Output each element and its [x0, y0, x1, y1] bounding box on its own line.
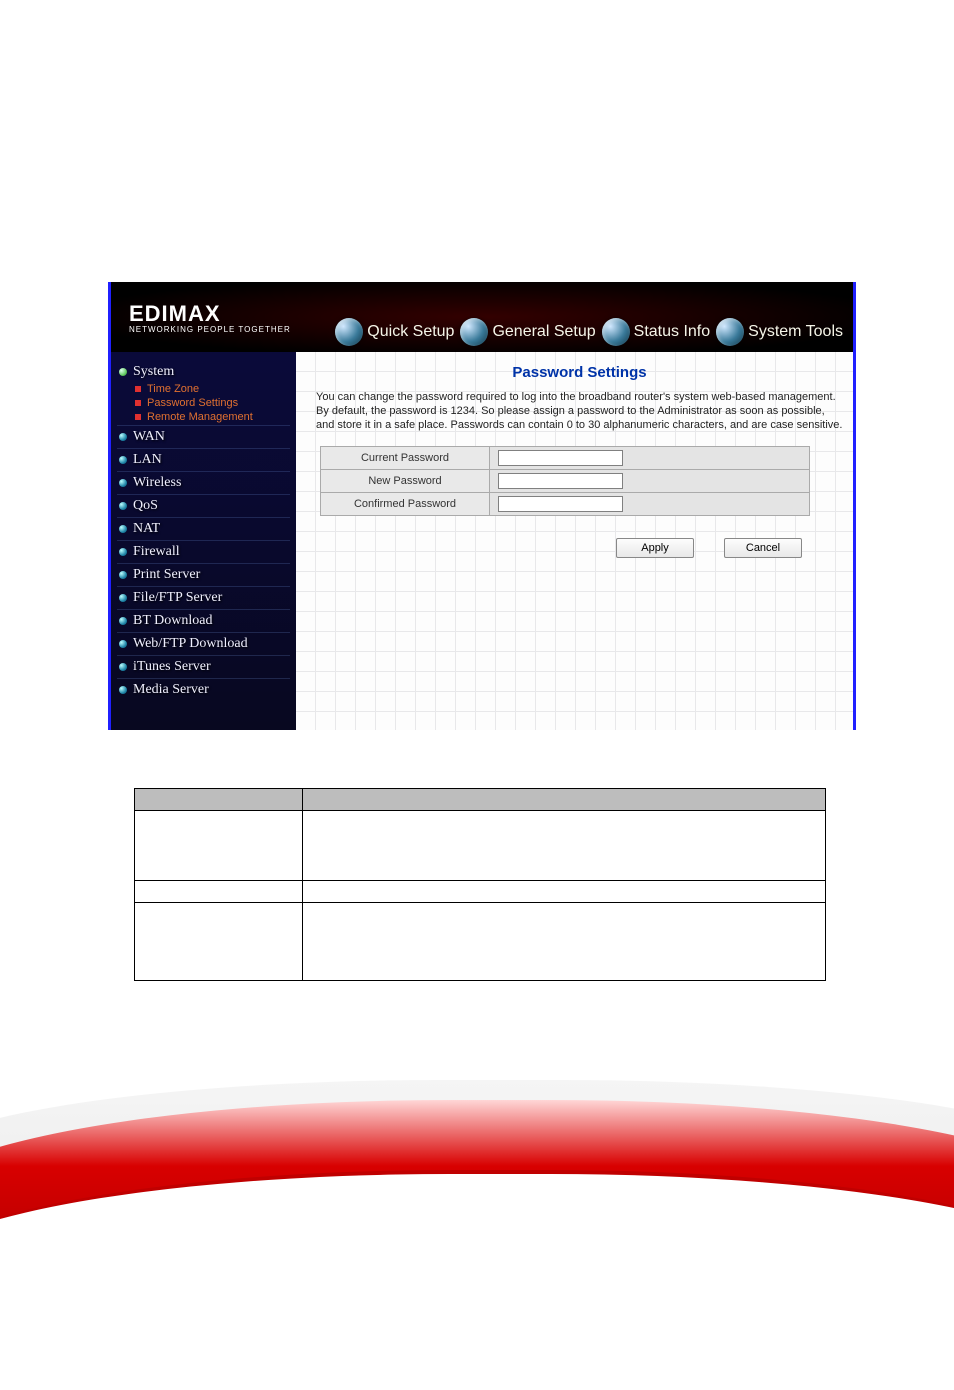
table-row: [135, 903, 826, 981]
square-icon: [135, 400, 141, 406]
router-admin-screenshot: EDIMAX NETWORKING PEOPLE TOGETHER Quick …: [108, 282, 856, 730]
sidebar-item-label: File/FTP Server: [133, 590, 222, 606]
bullet-icon: [119, 686, 127, 694]
sidebar-item-label: Media Server: [133, 682, 209, 698]
tab-label: Status Info: [634, 323, 711, 341]
globe-icon: [716, 318, 744, 346]
tab-quick-setup[interactable]: Quick Setup: [335, 318, 454, 346]
sidebar-item-qos[interactable]: QoS: [117, 496, 290, 516]
sidebar-item-label: WAN: [133, 429, 165, 445]
sidebar-sub-label: Remote Management: [147, 411, 253, 423]
table-header-right: [303, 789, 826, 811]
tab-label: Quick Setup: [367, 323, 454, 341]
sidebar-item-firewall[interactable]: Firewall: [117, 542, 290, 562]
new-password-input[interactable]: [498, 473, 623, 489]
tab-general-setup[interactable]: General Setup: [460, 318, 595, 346]
parameter-description-table: [134, 788, 826, 981]
table-row: [135, 881, 826, 903]
sidebar-item-label: iTunes Server: [133, 659, 211, 675]
table-cell-desc: [303, 903, 826, 981]
sidebar-item-label: NAT: [133, 521, 160, 537]
label-new-password: New Password: [321, 470, 490, 493]
table-cell-param: [135, 903, 303, 981]
password-form: Current Password New Password Confirmed …: [320, 446, 810, 516]
sidebar-item-file-ftp-server[interactable]: File/FTP Server: [117, 588, 290, 608]
button-row: Apply Cancel: [320, 538, 810, 558]
bullet-icon: [119, 640, 127, 648]
sidebar-item-label: Web/FTP Download: [133, 636, 248, 652]
tab-label: General Setup: [492, 323, 595, 341]
square-icon: [135, 386, 141, 392]
globe-icon: [460, 318, 488, 346]
brand-name: EDIMAX: [129, 301, 291, 327]
sidebar-item-label: System: [133, 364, 174, 380]
content-panel: Password Settings You can change the pas…: [296, 352, 853, 730]
bullet-icon: [119, 368, 127, 376]
globe-icon: [602, 318, 630, 346]
sidebar-item-web-ftp-download[interactable]: Web/FTP Download: [117, 634, 290, 654]
apply-button[interactable]: Apply: [616, 538, 694, 558]
sidebar-item-wan[interactable]: WAN: [117, 427, 290, 447]
bullet-icon: [119, 663, 127, 671]
tab-system-tools[interactable]: System Tools: [716, 318, 843, 346]
bullet-icon: [119, 479, 127, 487]
sidebar-item-media-server[interactable]: Media Server: [117, 680, 290, 700]
sidebar-item-label: LAN: [133, 452, 162, 468]
bullet-icon: [119, 456, 127, 464]
sidebar-item-lan[interactable]: LAN: [117, 450, 290, 470]
label-confirmed-password: Confirmed Password: [321, 493, 490, 516]
cancel-button[interactable]: Cancel: [724, 538, 802, 558]
bullet-icon: [119, 433, 127, 441]
sidebar-sub-password-settings[interactable]: Password Settings: [117, 396, 290, 410]
sidebar-item-label: Wireless: [133, 475, 181, 491]
sidebar-item-print-server[interactable]: Print Server: [117, 565, 290, 585]
topbar: EDIMAX NETWORKING PEOPLE TOGETHER Quick …: [111, 282, 853, 352]
sidebar-item-bt-download[interactable]: BT Download: [117, 611, 290, 631]
sidebar-sub-label: Time Zone: [147, 383, 199, 395]
sidebar-item-label: Print Server: [133, 567, 200, 583]
table-cell-param: [135, 811, 303, 881]
table-row: [135, 811, 826, 881]
sidebar-item-label: QoS: [133, 498, 158, 514]
sidebar: System Time Zone Password Settings Remot…: [111, 352, 296, 730]
bullet-icon: [119, 502, 127, 510]
square-icon: [135, 414, 141, 420]
bullet-icon: [119, 594, 127, 602]
brand: EDIMAX NETWORKING PEOPLE TOGETHER: [129, 301, 291, 334]
globe-icon: [335, 318, 363, 346]
tab-label: System Tools: [748, 323, 843, 341]
sidebar-item-wireless[interactable]: Wireless: [117, 473, 290, 493]
top-tabs: Quick Setup General Setup Status Info Sy…: [335, 318, 843, 346]
bullet-icon: [119, 617, 127, 625]
tab-status-info[interactable]: Status Info: [602, 318, 711, 346]
footer-swoosh-white: [0, 1170, 954, 1390]
brand-tagline: NETWORKING PEOPLE TOGETHER: [129, 325, 291, 334]
table-cell-desc: [303, 881, 826, 903]
sidebar-item-label: Firewall: [133, 544, 180, 560]
sidebar-sub-remote-management[interactable]: Remote Management: [117, 410, 290, 424]
sidebar-item-system[interactable]: System: [117, 362, 290, 382]
table-cell-desc: [303, 811, 826, 881]
table-header-left: [135, 789, 303, 811]
label-current-password: Current Password: [321, 447, 490, 470]
page-title: Password Settings: [316, 364, 843, 381]
confirmed-password-input[interactable]: [498, 496, 623, 512]
sidebar-item-nat[interactable]: NAT: [117, 519, 290, 539]
bullet-icon: [119, 571, 127, 579]
bullet-icon: [119, 525, 127, 533]
bullet-icon: [119, 548, 127, 556]
sidebar-item-itunes-server[interactable]: iTunes Server: [117, 657, 290, 677]
page-description: You can change the password required to …: [316, 391, 843, 432]
sidebar-sub-label: Password Settings: [147, 397, 238, 409]
table-cell-param: [135, 881, 303, 903]
current-password-input[interactable]: [498, 450, 623, 466]
sidebar-item-label: BT Download: [133, 613, 212, 629]
sidebar-sub-time-zone[interactable]: Time Zone: [117, 382, 290, 396]
